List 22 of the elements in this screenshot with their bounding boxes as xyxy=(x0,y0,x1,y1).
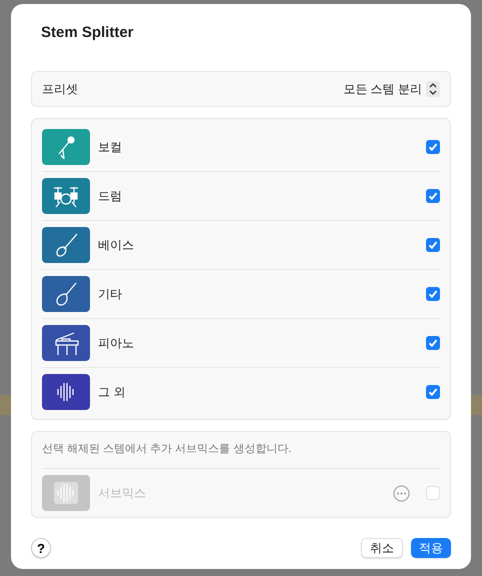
stepper-icon xyxy=(426,81,440,97)
submix-label: 서브믹스 xyxy=(98,484,146,502)
stem-checkbox[interactable] xyxy=(426,140,440,154)
cancel-button[interactable]: 취소 xyxy=(361,538,403,558)
preset-popup[interactable]: 모든 스템 분리 xyxy=(343,80,440,98)
stem-checkbox[interactable] xyxy=(426,287,440,301)
stem-label: 드럼 xyxy=(98,188,122,204)
stem-checkbox[interactable] xyxy=(426,189,440,203)
help-button[interactable]: ? xyxy=(31,538,51,558)
stem-label: 보컬 xyxy=(98,138,122,156)
stem-label: 피아노 xyxy=(98,334,134,352)
apply-button[interactable]: 적용 xyxy=(411,538,451,558)
stem-label: 베이스 xyxy=(98,236,134,254)
stem-checkbox[interactable] xyxy=(426,238,440,252)
more-icon[interactable] xyxy=(393,484,410,502)
stem-label: 기타 xyxy=(98,286,122,302)
submix-description: 선택 해제된 스템에서 추가 서브믹스를 생성합니다. xyxy=(42,432,440,469)
stem-checkbox[interactable] xyxy=(426,385,440,399)
stem-label: 그 외 xyxy=(98,384,126,400)
stem-checkbox[interactable] xyxy=(426,336,440,350)
preset-label: 프리셋 xyxy=(42,80,78,98)
dialog-title: Stem Splitter xyxy=(41,24,135,43)
